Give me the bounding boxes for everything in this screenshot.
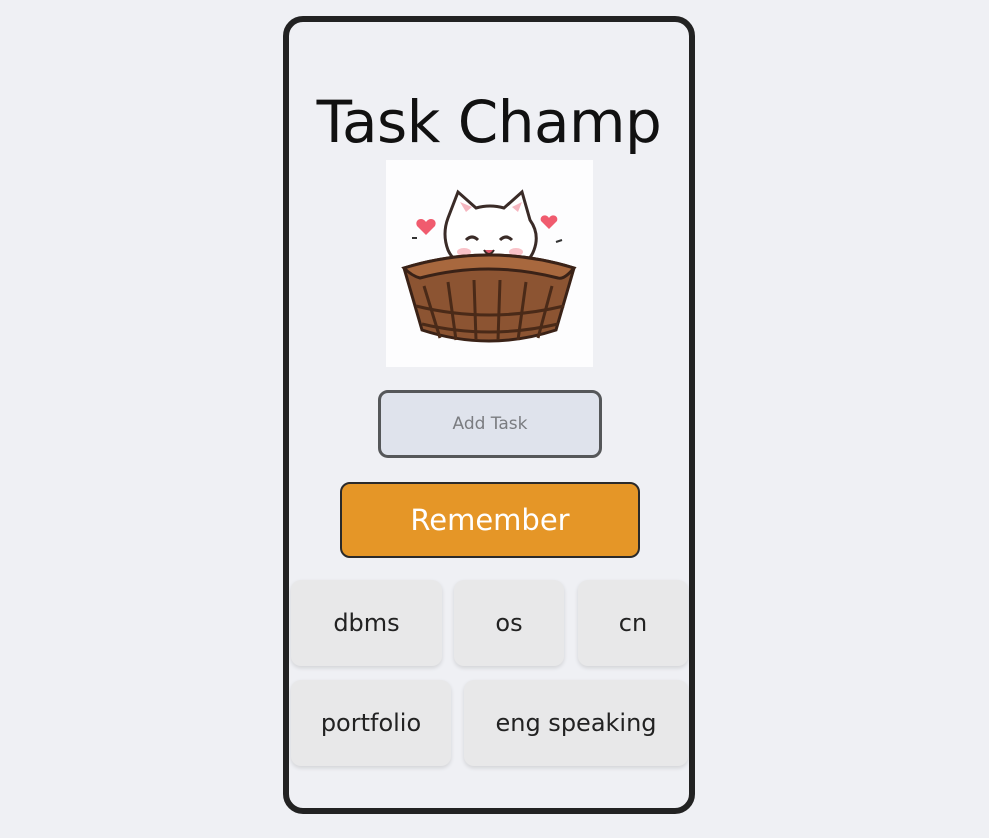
task-card-portfolio[interactable]: portfolio xyxy=(291,680,451,766)
task-card-label: cn xyxy=(618,609,648,637)
app-title: Task Champ xyxy=(316,88,662,156)
add-task-input[interactable] xyxy=(378,390,602,458)
task-card-dbms[interactable]: dbms xyxy=(291,580,442,666)
task-card-cn[interactable]: cn xyxy=(578,580,688,666)
task-card-os[interactable]: os xyxy=(454,580,564,666)
cat-in-basket-icon xyxy=(401,189,577,343)
page: Task Champ Add Task Remember dbms os cn … xyxy=(0,0,989,838)
task-card-label: eng speaking xyxy=(495,709,657,737)
remember-button[interactable]: Remember xyxy=(340,482,640,558)
task-card-label: portfolio xyxy=(320,709,422,737)
task-card-label: dbms xyxy=(333,609,400,637)
app-frame: Task Champ Add Task Remember dbms os cn … xyxy=(283,16,695,814)
mascot-image xyxy=(386,160,593,367)
task-card-eng-speaking[interactable]: eng speaking xyxy=(464,680,688,766)
task-card-label: os xyxy=(495,609,523,637)
